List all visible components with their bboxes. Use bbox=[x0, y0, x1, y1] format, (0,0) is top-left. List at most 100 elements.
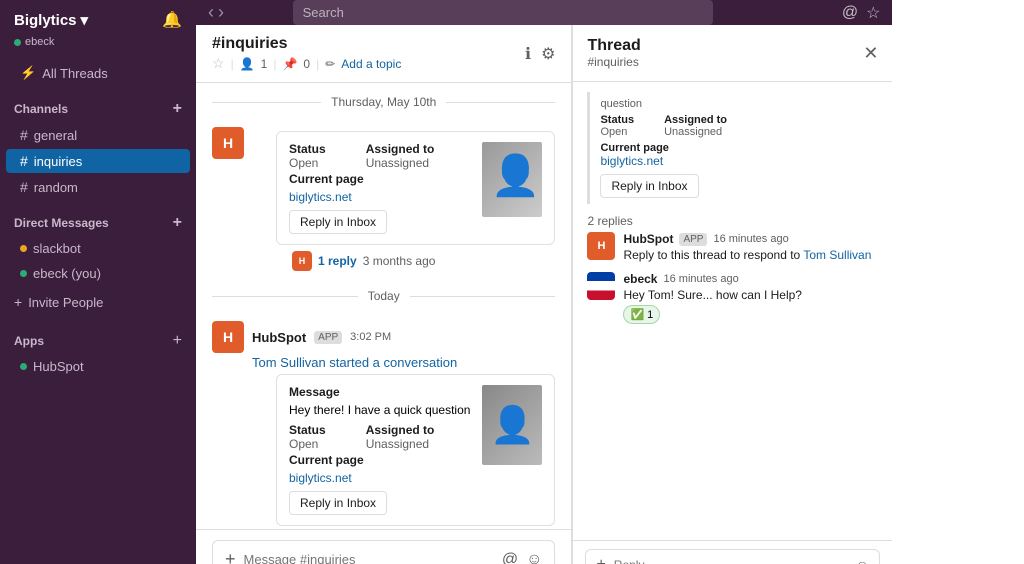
invite-people-item[interactable]: + Invite People bbox=[0, 286, 196, 318]
thread-message-item: H HubSpot APP 16 minutes ago Reply to th… bbox=[587, 232, 878, 262]
assigned-value: Unassigned bbox=[366, 437, 435, 451]
add-topic-button[interactable]: Add a topic bbox=[341, 57, 401, 71]
notifications-bell-icon[interactable]: 🔔 bbox=[162, 10, 182, 30]
dm-section-label: Direct Messages bbox=[14, 216, 109, 230]
message-input-area: + @ ☺ bbox=[196, 529, 571, 564]
at-icon[interactable]: @ bbox=[502, 551, 518, 564]
status-value: Open bbox=[289, 437, 326, 451]
thread-input-area: + ☺ bbox=[573, 540, 892, 564]
today-label: Today bbox=[358, 289, 410, 303]
thread-emoji-icon[interactable]: ☺ bbox=[855, 557, 869, 564]
question-label: question bbox=[600, 98, 868, 110]
back-button[interactable]: ‹ bbox=[208, 2, 214, 23]
channel-name-label: random bbox=[34, 180, 78, 195]
reaction-emoji: ✅ bbox=[630, 308, 644, 321]
date-label: Thursday, May 10th bbox=[321, 95, 446, 109]
add-app-button[interactable]: + bbox=[173, 332, 182, 350]
chevron-down-icon: ▾ bbox=[81, 11, 89, 29]
workspace-name[interactable]: Biglytics ▾ bbox=[14, 11, 88, 29]
reply-inbox-button[interactable]: Reply in Inbox bbox=[289, 210, 387, 234]
thread-card-link[interactable]: biglytics.net bbox=[600, 154, 868, 168]
sender-badge: APP bbox=[314, 331, 342, 344]
reaction-badge[interactable]: ✅ 1 bbox=[623, 305, 660, 324]
thread-channel: #inquiries bbox=[587, 55, 640, 69]
status-col: Status Open bbox=[289, 142, 326, 170]
thread-messages: question Status Open Assigned to Unassig… bbox=[573, 82, 892, 540]
message-card-label: Message bbox=[289, 385, 470, 399]
status-dot bbox=[14, 39, 21, 46]
info-icon[interactable]: ℹ bbox=[525, 44, 531, 64]
emoji-icon[interactable]: ☺ bbox=[526, 551, 542, 564]
message-input-box: + @ ☺ bbox=[212, 540, 555, 564]
nav-buttons: ‹ › bbox=[208, 2, 224, 23]
add-icon[interactable]: + bbox=[225, 549, 236, 564]
sidebar-item-inquiries[interactable]: # inquiries bbox=[6, 149, 190, 173]
apps-section-label: Apps bbox=[14, 334, 44, 348]
star-icon[interactable]: ☆ bbox=[212, 55, 225, 72]
thread-message-content: HubSpot APP 16 minutes ago Reply to this… bbox=[623, 232, 878, 262]
sidebar-item-general[interactable]: # general bbox=[6, 123, 190, 147]
assigned-label: Assigned to bbox=[366, 423, 435, 437]
plus-icon: + bbox=[14, 294, 22, 310]
hash-icon: # bbox=[20, 153, 28, 169]
message-sender: H HubSpot APP 3:02 PM bbox=[212, 321, 555, 353]
sidebar-item-all-threads[interactable]: ⚡ All Threads bbox=[6, 57, 190, 85]
dm-name-label: ebeck (you) bbox=[33, 266, 101, 281]
status-value: Open bbox=[289, 156, 326, 170]
search-input[interactable] bbox=[293, 0, 713, 25]
replies-link[interactable]: 1 reply bbox=[318, 254, 357, 268]
current-page-link[interactable]: biglytics.net bbox=[289, 471, 470, 485]
search-bar bbox=[293, 0, 713, 25]
mention: Tom Sullivan started a conversation bbox=[252, 355, 457, 370]
sender-name: HubSpot bbox=[252, 330, 306, 345]
main-channel: #inquiries ☆ | 👤 1 | 📌 0 | ✏ Add a topic bbox=[196, 25, 572, 564]
message-input[interactable] bbox=[244, 552, 494, 564]
assigned-col: Assigned to Unassigned bbox=[664, 114, 727, 138]
thread-message-text: Hey Tom! Sure... how can I Help? bbox=[623, 288, 878, 302]
status-col: Status Open bbox=[289, 423, 326, 451]
thread-reply-input[interactable] bbox=[614, 558, 847, 564]
card-message-text: Hey there! I have a quick question bbox=[289, 403, 470, 417]
thread-sender-badge: APP bbox=[679, 233, 707, 246]
forward-button[interactable]: › bbox=[218, 2, 224, 23]
thread-replies-count: 2 replies bbox=[587, 214, 878, 228]
gear-icon[interactable]: ⚙ bbox=[541, 44, 555, 64]
sidebar-item-hubspot[interactable]: HubSpot bbox=[6, 355, 190, 378]
pin-icon: 📌 bbox=[282, 57, 297, 71]
close-thread-button[interactable]: ✕ bbox=[863, 43, 878, 64]
current-page-link[interactable]: biglytics.net bbox=[289, 190, 470, 204]
message-body: Tom Sullivan started a conversation Mess… bbox=[212, 355, 555, 529]
hash-icon: # bbox=[20, 127, 28, 143]
thread-ebeck-avatar bbox=[587, 272, 615, 300]
person-photo-new: 👤 bbox=[482, 385, 542, 465]
star-icon[interactable]: ☆ bbox=[866, 3, 880, 23]
status-label: Status bbox=[600, 114, 634, 126]
member-count: 1 bbox=[261, 57, 268, 71]
at-icon[interactable]: @ bbox=[842, 4, 858, 22]
pencil-icon: ✏ bbox=[325, 57, 335, 71]
channel-name: #inquiries bbox=[212, 35, 401, 53]
status-dot bbox=[20, 245, 27, 252]
reply-count: H 1 reply 3 months ago bbox=[252, 251, 555, 271]
thread-message-time: 16 minutes ago bbox=[663, 273, 738, 285]
thread-message-item: ebeck 16 minutes ago Hey Tom! Sure... ho… bbox=[587, 272, 878, 324]
status-label: Status bbox=[289, 423, 326, 437]
thread-reply-inbox-button[interactable]: Reply in Inbox bbox=[600, 174, 698, 198]
current-page-label: Current page bbox=[289, 172, 470, 186]
thread-original-card: question Status Open Assigned to Unassig… bbox=[587, 92, 878, 204]
sidebar: Biglytics ▾ 🔔 ebeck ⚡ All Threads Channe… bbox=[0, 0, 196, 564]
thread-add-icon[interactable]: + bbox=[596, 556, 605, 564]
sidebar-item-random[interactable]: # random bbox=[6, 175, 190, 199]
sidebar-item-slackbot[interactable]: slackbot bbox=[6, 237, 190, 260]
invite-label: Invite People bbox=[28, 295, 103, 310]
reply-inbox-button[interactable]: Reply in Inbox bbox=[289, 491, 387, 515]
assigned-value: Unassigned bbox=[664, 126, 727, 138]
status-label: Status bbox=[289, 142, 326, 156]
add-dm-button[interactable]: + bbox=[173, 214, 182, 232]
sidebar-item-ebeck[interactable]: ebeck (you) bbox=[6, 262, 190, 285]
assigned-value: Unassigned bbox=[366, 156, 435, 170]
assigned-label: Assigned to bbox=[664, 114, 727, 126]
channel-name-label: general bbox=[34, 128, 77, 143]
pin-count: 0 bbox=[303, 57, 310, 71]
add-channel-button[interactable]: + bbox=[173, 100, 182, 118]
